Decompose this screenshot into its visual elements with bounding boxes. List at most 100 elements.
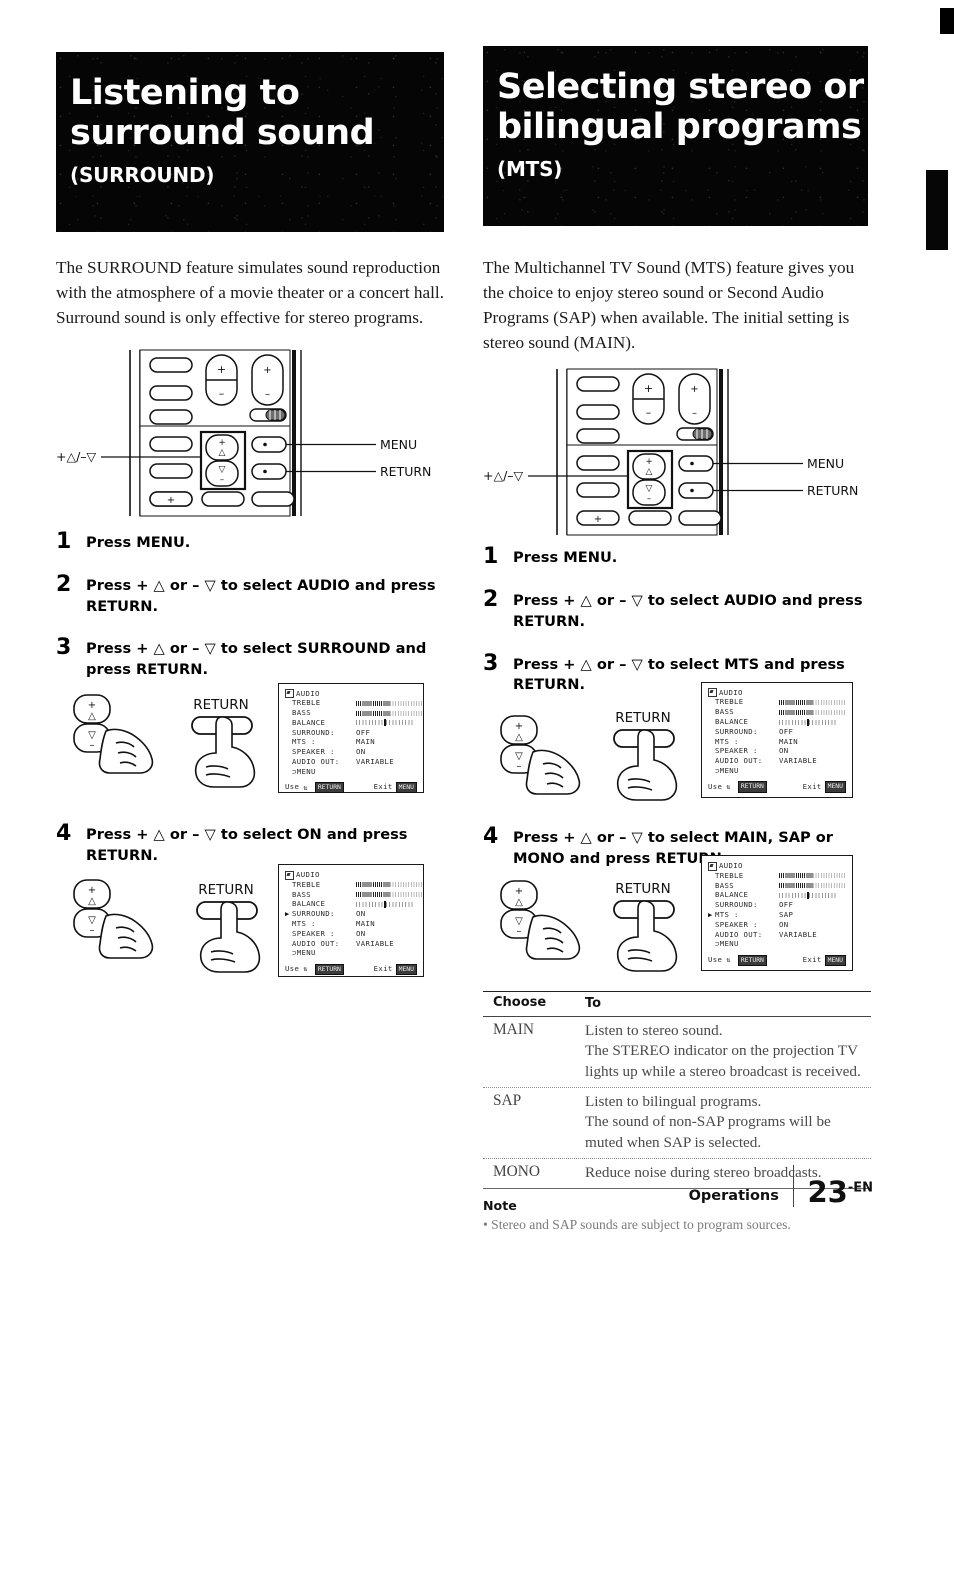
right-banner-subtitle: (MTS) <box>497 157 563 182</box>
osd-title-row: AUDIO <box>285 689 417 699</box>
svg-text:+: + <box>515 886 523 897</box>
table-cell-choose: MAIN <box>493 1020 535 1038</box>
svg-text:–: – <box>647 494 651 504</box>
left-step-1: 1 Press MENU. <box>56 529 444 554</box>
audio-menu-icon <box>285 870 294 880</box>
left-osd-step4: AUDIO TREBLE BASS BALANCE ▶ SURROUND: ON M… <box>278 864 424 978</box>
svg-text:▽: ▽ <box>646 484 653 494</box>
left-banner-title-line1: Listening to <box>70 73 300 113</box>
osd-value: VARIABLE <box>779 929 817 939</box>
svg-text:–: – <box>517 926 522 937</box>
right-step-4-illustration: + △ ▽ – RETURN AUDIO TREBLE BASS BALANCE… <box>483 855 871 983</box>
footer-divider <box>792 1165 795 1207</box>
table-header-choose: Choose <box>493 995 547 1011</box>
right-intro-paragraph: The Multichannel TV Sound (MTS) feature … <box>483 258 855 353</box>
table-header-row: Choose To <box>483 991 871 1017</box>
left-intro-paragraph: The SURROUND feature simulates sound rep… <box>56 258 444 328</box>
osd-value: VARIABLE <box>356 757 394 767</box>
left-step-2-text: Press + △ or – ▽ to select AUDIO and pre… <box>86 577 436 615</box>
osd-key: ⊃MENU <box>292 948 316 958</box>
osd-title-row: AUDIO <box>708 688 846 698</box>
table-row: MAIN Listen to stereo sound. The STEREO … <box>483 1017 871 1088</box>
svg-text:+: + <box>88 885 96 896</box>
svg-text:–: – <box>220 475 224 485</box>
svg-text:–: – <box>90 925 95 936</box>
choose-to-table: Choose To MAIN Listen to stereo sound. T… <box>483 991 871 1190</box>
left-step-1-number: 1 <box>56 529 72 555</box>
svg-text:+: + <box>263 365 271 376</box>
right-step-4-number: 4 <box>483 824 499 850</box>
left-step-3-number: 3 <box>56 635 72 661</box>
right-step-2-number: 2 <box>483 587 499 613</box>
left-remote-menu-label: MENU <box>380 437 417 452</box>
left-step-4-illustration: + △ ▽ – RETURN AUDIO TREBLE BASS BALANCE… <box>56 864 444 992</box>
osd-title-row: AUDIO <box>285 870 417 880</box>
svg-text:–: – <box>646 406 652 419</box>
footer-section-label: Operations <box>688 1188 779 1204</box>
left-remote-updown-label: +△/–▽ <box>56 449 97 464</box>
left-step-3-text: Press + △ or – ▽ to select SURROUND and … <box>86 640 427 679</box>
right-osd-step3: AUDIO TREBLE BASS BALANCE SURROUND: OFF M… <box>701 682 853 799</box>
osd-exit-label: Exit <box>802 781 822 791</box>
svg-text:△: △ <box>88 896 96 907</box>
table-cell-choose: SAP <box>493 1091 522 1109</box>
osd-title-row: AUDIO <box>708 861 846 871</box>
right-osd-step4: AUDIO TREBLE BASS BALANCE SURROUND: OFF ▶… <box>701 855 853 972</box>
osd-use-chip: RETURN <box>737 781 767 793</box>
svg-text:△: △ <box>88 711 96 722</box>
left-illus4-return-label: RETURN <box>198 882 254 898</box>
right-step-3-number: 3 <box>483 650 499 676</box>
svg-text:△: △ <box>219 448 226 458</box>
note-bullet: • Stereo and SAP sounds are subject to p… <box>483 1217 791 1233</box>
svg-text:+: + <box>217 363 226 376</box>
right-remote-menu-label: MENU <box>807 456 844 471</box>
table-header-to: To <box>585 996 602 1012</box>
audio-menu-icon <box>285 689 294 699</box>
osd-exit-chip: MENU <box>395 782 417 794</box>
edge-thumb-tab <box>926 170 948 250</box>
osd-value: VARIABLE <box>779 756 817 766</box>
page-footer: Operations 23-EN <box>483 1165 873 1207</box>
svg-text:–: – <box>90 740 95 751</box>
osd-use-label: Use <box>285 963 300 973</box>
osd-footer: Use ⇅ RETURN Exit MENU <box>708 780 846 793</box>
left-remote-return-label: RETURN <box>380 464 431 479</box>
footer-lang-suffix: -EN <box>847 1180 873 1196</box>
right-step-1-number: 1 <box>483 544 499 570</box>
svg-text:+: + <box>645 457 652 467</box>
osd-exit-label: Exit <box>802 954 822 964</box>
left-banner-subtitle: (SURROUND) <box>70 163 215 188</box>
right-step-3-illustration: + △ ▽ – RETURN AUDIO TREBLE BASS BALANCE… <box>483 682 871 818</box>
svg-text:+: + <box>594 514 602 525</box>
svg-text:+: + <box>690 384 698 395</box>
right-banner-title-line1: Selecting stereo or <box>497 67 864 107</box>
osd-use-chip: RETURN <box>314 963 344 975</box>
right-step-1: 1 Press MENU. <box>483 544 871 569</box>
svg-text:–: – <box>692 408 697 419</box>
osd-exit-chip: MENU <box>824 781 846 793</box>
svg-text:△: △ <box>646 467 653 477</box>
table-row: SAP Listen to bilingual programs. The so… <box>483 1088 871 1160</box>
svg-text:+: + <box>515 721 523 732</box>
svg-text:+: + <box>88 700 96 711</box>
osd-exit-label: Exit <box>373 963 393 973</box>
right-banner-title-line2: bilingual programs <box>497 106 862 147</box>
left-osd-step3: AUDIO TREBLE BASS BALANCE SURROUND: OFF M… <box>278 682 424 794</box>
osd-exit-chip: MENU <box>824 954 846 966</box>
right-section-banner: Selecting stereo or bilingual programs (… <box>483 46 868 226</box>
osd-key: ⊃MENU <box>715 765 739 775</box>
left-step-3-illustration: + △ ▽ – RETURN AUDIO TREBLE BASS BALANCE… <box>56 682 444 807</box>
audio-menu-icon <box>708 688 717 698</box>
right-step-2: 2 Press + △ or – ▽ to select AUDIO and p… <box>483 587 871 632</box>
osd-footer: Use ⇅ RETURN Exit MENU <box>285 781 417 794</box>
osd-use-label: Use <box>708 954 723 964</box>
table-cell-to: Listen to stereo sound. The STEREO indic… <box>585 1021 861 1080</box>
left-remote-diagram: + – + – + △ ▽ – + MENU RETURN +△/–▽ <box>56 344 444 519</box>
osd-use-chip: RETURN <box>737 954 767 966</box>
right-illus4-return-label: RETURN <box>615 881 671 897</box>
osd-key: ⊃MENU <box>715 939 739 949</box>
osd-use-chip: RETURN <box>314 782 344 794</box>
document-page: Listening to surround sound (SURROUND) T… <box>0 0 954 1572</box>
osd-value: VARIABLE <box>356 938 394 948</box>
right-remote-diagram: + – + – + △ ▽ – + MENU RETURN +△/–▽ <box>483 363 871 538</box>
